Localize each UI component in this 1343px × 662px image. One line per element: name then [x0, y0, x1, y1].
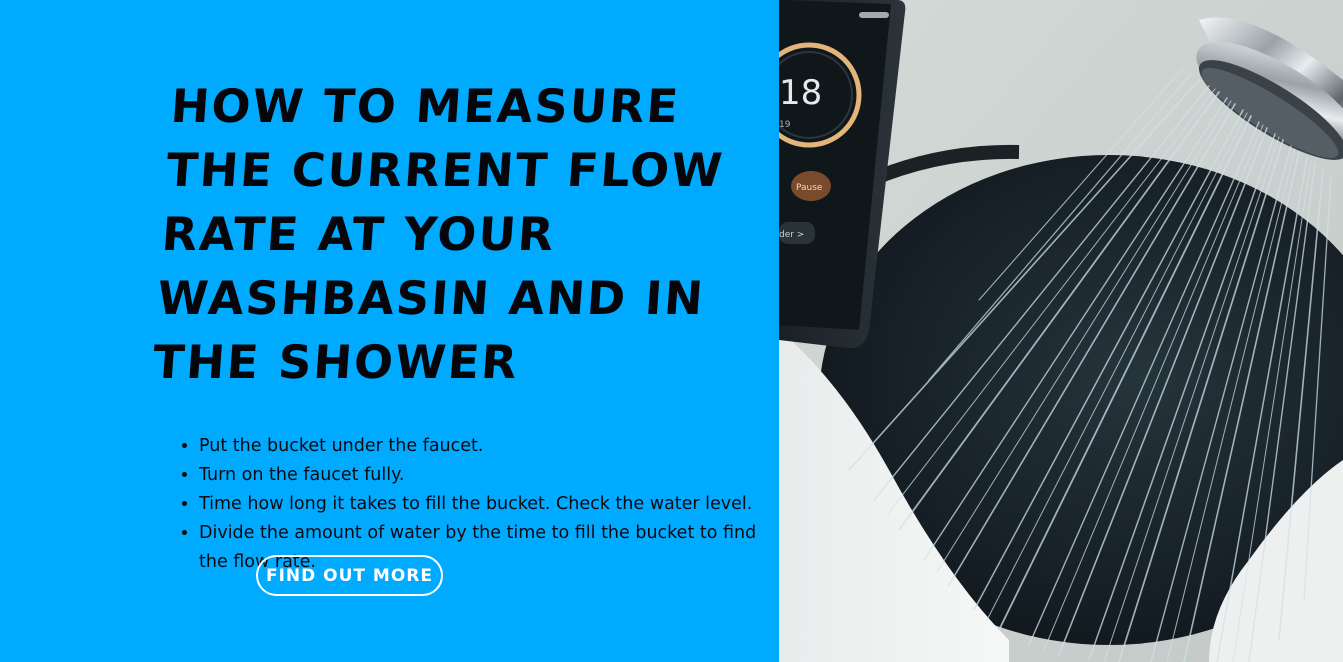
- phone-small-digits: 19: [779, 120, 791, 130]
- find-out-more-button[interactable]: Find out more: [256, 555, 443, 596]
- list-item: Turn on the faucet fully.: [199, 461, 759, 490]
- shower-photo: 18 19 Pause der >: [779, 0, 1343, 662]
- hero-text-panel: How to measure the current flow rate at …: [0, 0, 779, 662]
- list-item: Put the bucket under the faucet.: [199, 432, 759, 461]
- steps-list: Put the bucket under the faucet. Turn on…: [162, 432, 759, 577]
- page: How to measure the current flow rate at …: [0, 0, 1343, 662]
- list-item: Time how long it takes to fill the bucke…: [199, 490, 759, 519]
- hero-photo-panel: 18 19 Pause der >: [779, 0, 1343, 662]
- phone-pause-label: Pause: [796, 183, 823, 193]
- phone-time: 18: [779, 73, 822, 113]
- page-title: How to measure the current flow rate at …: [151, 79, 726, 389]
- phone-link-label: der >: [779, 230, 804, 240]
